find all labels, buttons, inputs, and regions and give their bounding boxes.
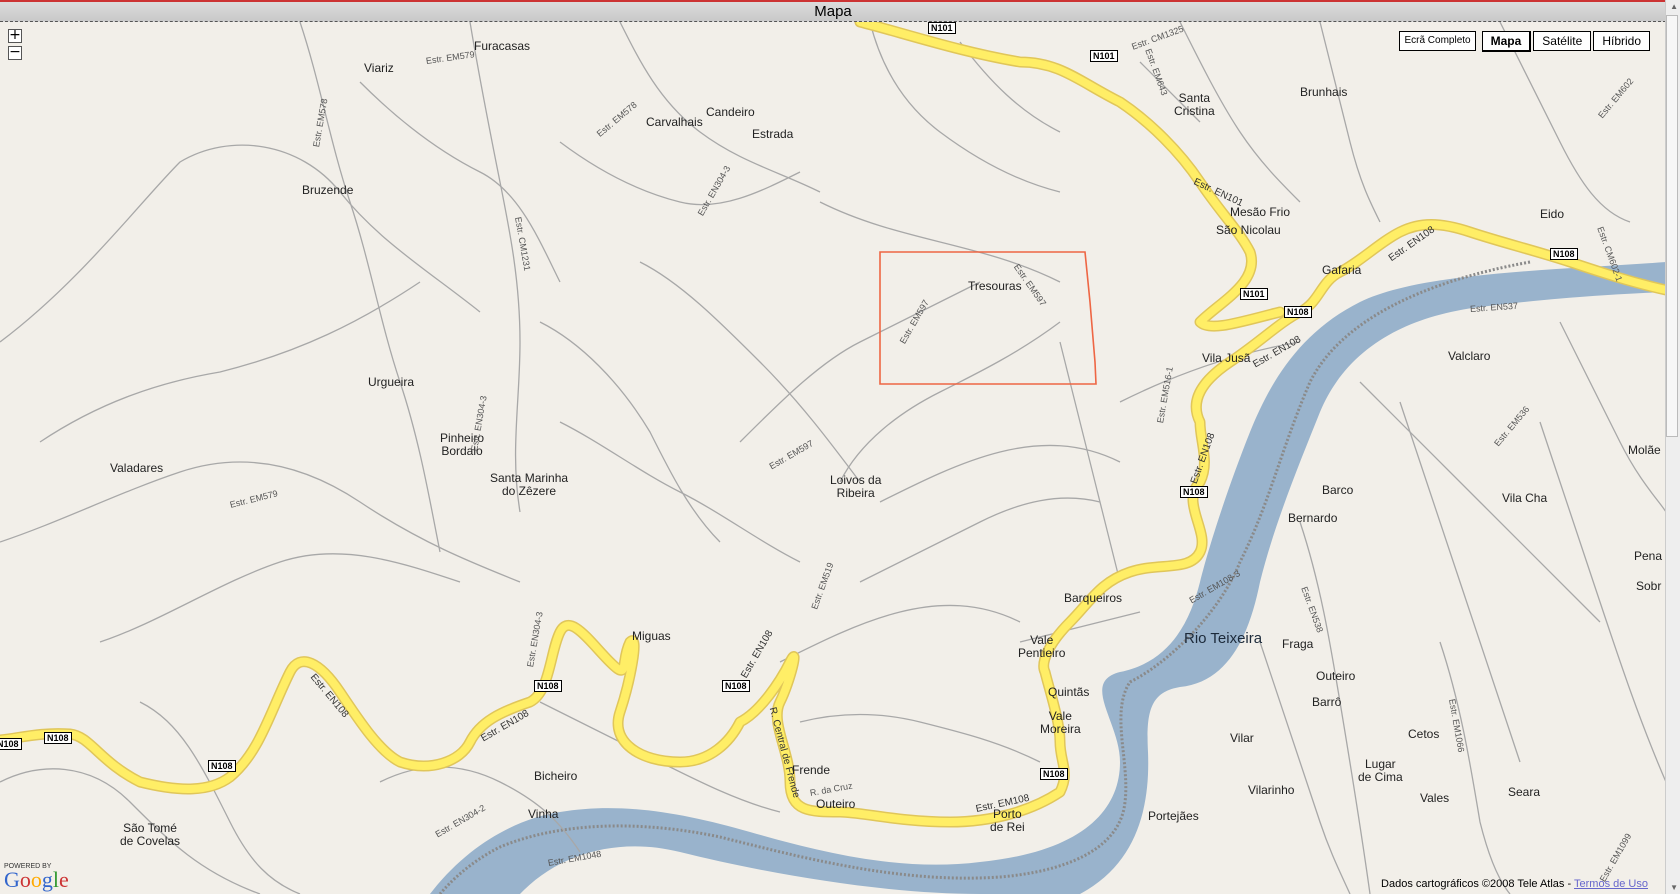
route-shield: N108 (1180, 486, 1208, 498)
route-shield: N108 (534, 680, 562, 692)
town-label: Miguas (632, 629, 671, 643)
map-type-hybrid-button[interactable]: Híbrido (1593, 31, 1650, 51)
map-type-map-button[interactable]: Mapa (1481, 31, 1532, 52)
town-label: Santa Marinha do Zêzere (490, 471, 569, 498)
town-label: Molãe (1628, 443, 1661, 457)
town-label: Seara (1508, 785, 1541, 799)
town-label: Vale Pentieiro (1018, 633, 1066, 660)
town-label: Carvalhais (646, 115, 703, 129)
river-label: Rio Teixeira (1184, 630, 1263, 647)
railway-line (438, 260, 1531, 894)
google-wordmark: Google (4, 867, 69, 892)
town-label: Barco (1322, 483, 1354, 497)
route-shield: N101 (928, 22, 956, 34)
route-shield: N108 (1040, 768, 1068, 780)
scroll-up-arrow-icon[interactable]: ▲ (1670, 2, 1678, 11)
zoom-in-button[interactable]: + (8, 28, 22, 43)
town-label: Estrada (752, 127, 794, 141)
route-shield: N108 (44, 732, 72, 744)
town-label: Bernardo (1288, 511, 1338, 525)
town-label: Cetos (1408, 727, 1440, 741)
highway-fill (0, 22, 1666, 826)
town-label: Fraga (1282, 637, 1314, 651)
vertical-scrollbar[interactable]: ▲ ▼ (1665, 0, 1680, 894)
scroll-down-arrow-icon[interactable]: ▼ (1670, 883, 1678, 892)
town-label: Vila Jusã (1202, 351, 1251, 365)
town-label: Sobr (1636, 579, 1662, 593)
terms-of-use-link[interactable]: Termos de Uso (1574, 878, 1648, 890)
town-label: Brunhais (1300, 85, 1348, 99)
town-label: Bruzende (302, 183, 354, 197)
town-label: Outeiro (816, 797, 856, 811)
town-label: Valadares (110, 461, 164, 475)
town-label: Lugar de Cima (1358, 757, 1403, 784)
google-logo: POWERED BY Google (4, 863, 69, 892)
town-label: Vale Moreira (1040, 709, 1081, 736)
route-shield: N108 (1284, 306, 1312, 318)
town-label: Quintãs (1048, 685, 1090, 699)
attribution-text: Dados cartográficos ©2008 Tele Atlas - (1381, 878, 1575, 890)
town-label: Urgueira (368, 375, 415, 389)
town-label: Porto de Rei (990, 807, 1025, 834)
highway-outline (0, 22, 1666, 828)
town-label: Barqueiros (1064, 591, 1123, 605)
town-label: Barrô (1312, 695, 1342, 709)
map-attribution: Dados cartográficos ©2008 Tele Atlas - T… (1381, 878, 1648, 890)
town-label: Vales (1420, 791, 1450, 805)
route-shield: N108 (1550, 248, 1578, 260)
map-canvas[interactable]: + − Ecrã Completo Mapa Satélite Híbrido … (0, 22, 1666, 894)
town-label: Santa Cristina (1174, 91, 1215, 118)
town-label: Tresouras (968, 279, 1022, 293)
town-label: Outeiro (1316, 669, 1356, 683)
route-shield: N108 (722, 680, 750, 692)
town-label: Pena (1634, 549, 1663, 563)
map-type-satellite-button[interactable]: Satélite (1533, 31, 1592, 51)
map-type-switcher: Ecrã Completo Mapa Satélite Híbrido (1399, 31, 1650, 52)
town-label: Gafaria (1322, 263, 1362, 277)
window-title-bar: Mapa (0, 0, 1666, 22)
zoom-out-button[interactable]: − (8, 45, 22, 60)
town-label: Eido (1540, 207, 1565, 221)
town-label: Portejães (1148, 809, 1199, 823)
route-shield: N101 (1240, 288, 1268, 300)
town-label: Frende (792, 763, 831, 777)
town-label: Vinha (528, 807, 559, 821)
town-label: Loivos da Ribeira (830, 473, 882, 500)
road-network (0, 22, 1666, 894)
town-label: São Tomé de Covelas (120, 821, 181, 848)
town-label: Vilar (1230, 731, 1254, 745)
town-label: Vilarinho (1248, 783, 1295, 797)
town-label: Furacasas (474, 39, 531, 53)
fullscreen-button[interactable]: Ecrã Completo (1399, 31, 1476, 51)
route-shield: N101 (1090, 50, 1118, 62)
town-label: Vila Cha (1502, 491, 1548, 505)
scroll-thumb[interactable] (1666, 15, 1678, 437)
town-label: Viariz (364, 61, 394, 75)
route-shield: N108 (208, 760, 236, 772)
town-label: São Nicolau (1216, 223, 1281, 237)
town-label: Valclaro (1448, 349, 1491, 363)
route-shield: N108 (0, 738, 22, 750)
window-title: Mapa (814, 3, 852, 20)
town-label: Bicheiro (534, 769, 578, 783)
town-label: Candeiro (706, 105, 755, 119)
